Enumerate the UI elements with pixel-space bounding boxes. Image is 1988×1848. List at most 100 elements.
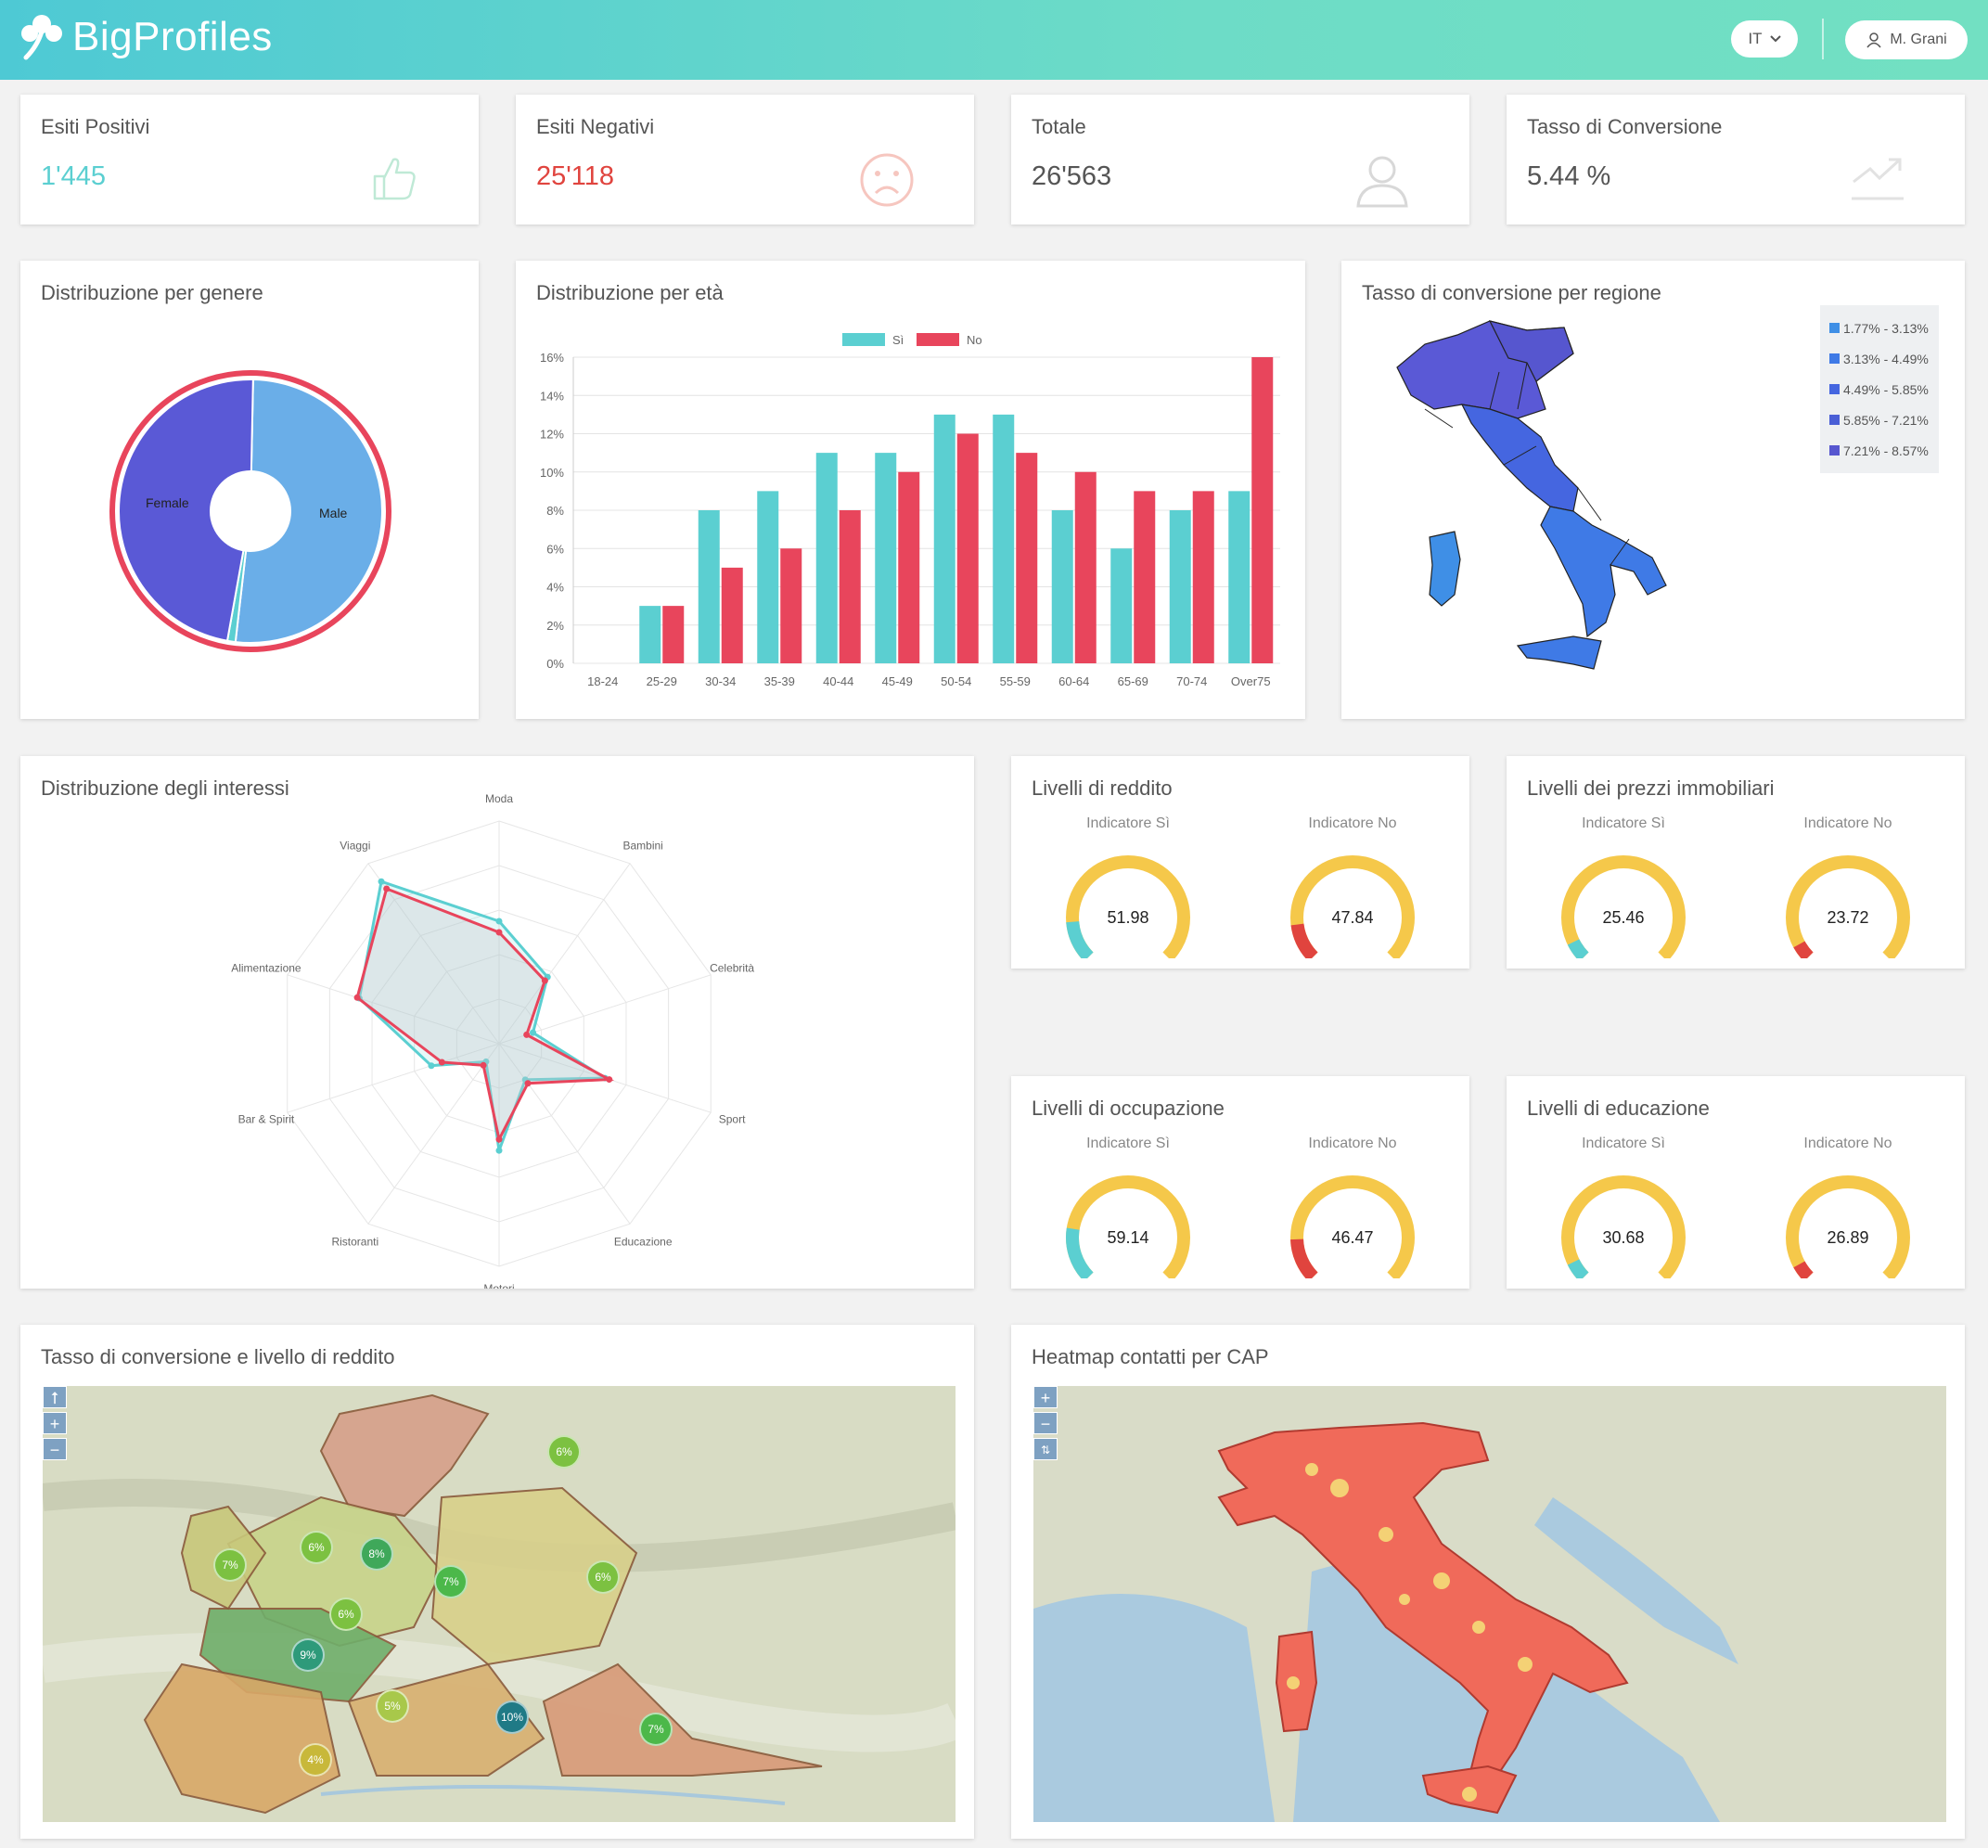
radar-point (378, 878, 385, 885)
map-pin[interactable]: 7% (639, 1713, 673, 1746)
zoom-out-button[interactable]: − (1033, 1412, 1058, 1434)
map-pin[interactable]: 7% (213, 1548, 247, 1582)
gauge-fill (1066, 1227, 1094, 1278)
map-pin[interactable]: 9% (291, 1638, 325, 1672)
radar-axis-label: Alimentazione (231, 961, 301, 974)
radar-axis-label: Educazione (614, 1236, 673, 1249)
legend-item: 4.49% - 5.85% (1829, 374, 1930, 404)
gauge-card-education: Livelli di educazione Indicatore Sì Indi… (1507, 1076, 1965, 1289)
bar-si (815, 453, 838, 663)
kpi-card-positive: Esiti Positivi 1'445 (20, 95, 479, 225)
radar-series-no (355, 887, 615, 1144)
radar-point (438, 1059, 445, 1066)
gauge-value: 51.98 (1107, 908, 1148, 927)
gauge-label-si: Indicatore Sì (1086, 1136, 1170, 1151)
region-map-card: Tasso di conversione per regione 1.77% -… (1341, 261, 1965, 719)
bar-si (1051, 510, 1073, 663)
language-select[interactable]: IT (1731, 20, 1798, 58)
kpi-value: 5.44 % (1527, 161, 1611, 191)
age-bar-chart: 0% 2% 4% 6% 8% 10% 12% 14% 16% 18-24 25-29 30-34 35-… (540, 333, 1280, 688)
map-pin[interactable]: 6% (300, 1531, 333, 1564)
map-pin[interactable]: 6% (586, 1560, 620, 1594)
map-pin[interactable]: 7% (434, 1565, 468, 1598)
gauge-label-no: Indicatore No (1803, 815, 1892, 831)
interests-chart-card: Distribuzione degli interessi Moda Bambin… (20, 756, 974, 1289)
radar-axis-label: Sport (719, 1113, 746, 1126)
zoom-out-button[interactable]: − (43, 1438, 67, 1460)
user-icon (1866, 32, 1881, 48)
region-sardinia (1429, 531, 1461, 607)
gauge-no: 47.84 (1290, 855, 1415, 958)
gauge-value: 46.47 (1331, 1228, 1373, 1247)
gauge-label-no: Indicatore No (1308, 815, 1397, 831)
gauge-si: 59.14 (1066, 1175, 1190, 1278)
thumbs-up-icon (373, 158, 416, 200)
kpi-value: 25'118 (536, 161, 615, 191)
card-title: Tasso di conversione per regione (1362, 281, 1661, 304)
region-south (1540, 506, 1667, 638)
bar-si (933, 414, 956, 663)
zoom-in-button[interactable]: + (1033, 1386, 1058, 1408)
region-sicily (1516, 635, 1602, 670)
map-pin[interactable]: 8% (360, 1537, 393, 1571)
x-tick-label: 40-44 (823, 674, 853, 688)
gauge-si: 25.46 (1561, 855, 1686, 958)
pie-hole (210, 470, 291, 552)
gauge-fill (1567, 1259, 1589, 1278)
map-pin[interactable]: 10% (495, 1700, 529, 1734)
y-tick-label: 16% (540, 351, 564, 365)
gauge-fill (1793, 941, 1814, 958)
x-tick-label: 18-24 (587, 674, 618, 688)
map-pin[interactable]: 5% (376, 1689, 409, 1723)
bar-si (993, 414, 1015, 663)
card-title: Livelli di reddito (1032, 776, 1173, 800)
bar-no (1134, 491, 1156, 663)
x-tick-label: 30-34 (705, 674, 736, 688)
brand-logo[interactable]: BigProfiles (17, 13, 273, 61)
y-tick-label: 2% (546, 619, 564, 633)
bar-si (1110, 548, 1133, 663)
kpi-value: 1'445 (41, 161, 107, 191)
pie-label-male: Male (319, 506, 348, 520)
x-tick-label: 25-29 (647, 674, 677, 688)
radar-point (495, 1136, 503, 1143)
gauge-label-si: Indicatore Sì (1086, 815, 1170, 831)
age-chart-card: Distribuzione per età 0% 2% 4% 6% 8% 10% 12% 14… (516, 261, 1305, 719)
bar-no (956, 433, 979, 663)
heatmap-map[interactable] (1033, 1386, 1946, 1822)
radar-spoke (367, 1043, 500, 1225)
user-menu-button[interactable]: M. Grani (1845, 20, 1968, 59)
gauge-no: 46.47 (1290, 1175, 1415, 1278)
kpi-card-conversion: Tasso di Conversione 5.44 % (1507, 95, 1965, 225)
region-legend: 1.77% - 3.13% 3.13% - 4.49% 4.49% - 5.85… (1820, 305, 1939, 473)
y-tick-label: 10% (540, 466, 564, 480)
gauge-label-si: Indicatore Sì (1582, 1136, 1665, 1151)
bar-no (780, 548, 802, 663)
lombardy-map[interactable] (43, 1386, 956, 1822)
kpi-title: Esiti Positivi (41, 115, 150, 138)
zoom-in-button[interactable]: + (43, 1412, 67, 1434)
kpi-card-total: Totale 26'563 (1011, 95, 1469, 225)
legend-label: No (967, 333, 982, 347)
bar-si (639, 606, 661, 663)
radar-point (495, 929, 503, 936)
gauge-value: 25.46 (1602, 908, 1644, 927)
map-pin[interactable]: 6% (547, 1435, 581, 1469)
x-tick-label: 60-64 (1058, 674, 1089, 688)
map-pin[interactable]: 4% (299, 1743, 332, 1777)
card-title: Heatmap contatti per CAP (1032, 1345, 1269, 1368)
brand-name: BigProfiles (72, 14, 273, 59)
kpi-card-negative: Esiti Negativi 25'118 (516, 95, 974, 225)
radar-point (495, 1147, 503, 1154)
gauge-card-realestate: Livelli dei prezzi immobiliari Indicator… (1507, 756, 1965, 969)
kpi-title: Totale (1032, 115, 1086, 138)
gauge-value: 23.72 (1827, 908, 1868, 927)
heatmap-card: Heatmap contatti per CAP + − ⇅ (1011, 1325, 1965, 1839)
map-north-button[interactable]: ⭡ (43, 1386, 67, 1408)
map-pin[interactable]: 6% (329, 1598, 363, 1631)
top-bar: BigProfiles IT M. Grani (0, 0, 1988, 80)
y-tick-label: 8% (546, 504, 564, 518)
layers-button[interactable]: ⇅ (1033, 1438, 1058, 1460)
legend-swatch (842, 333, 885, 346)
x-tick-label: Over75 (1231, 674, 1271, 688)
